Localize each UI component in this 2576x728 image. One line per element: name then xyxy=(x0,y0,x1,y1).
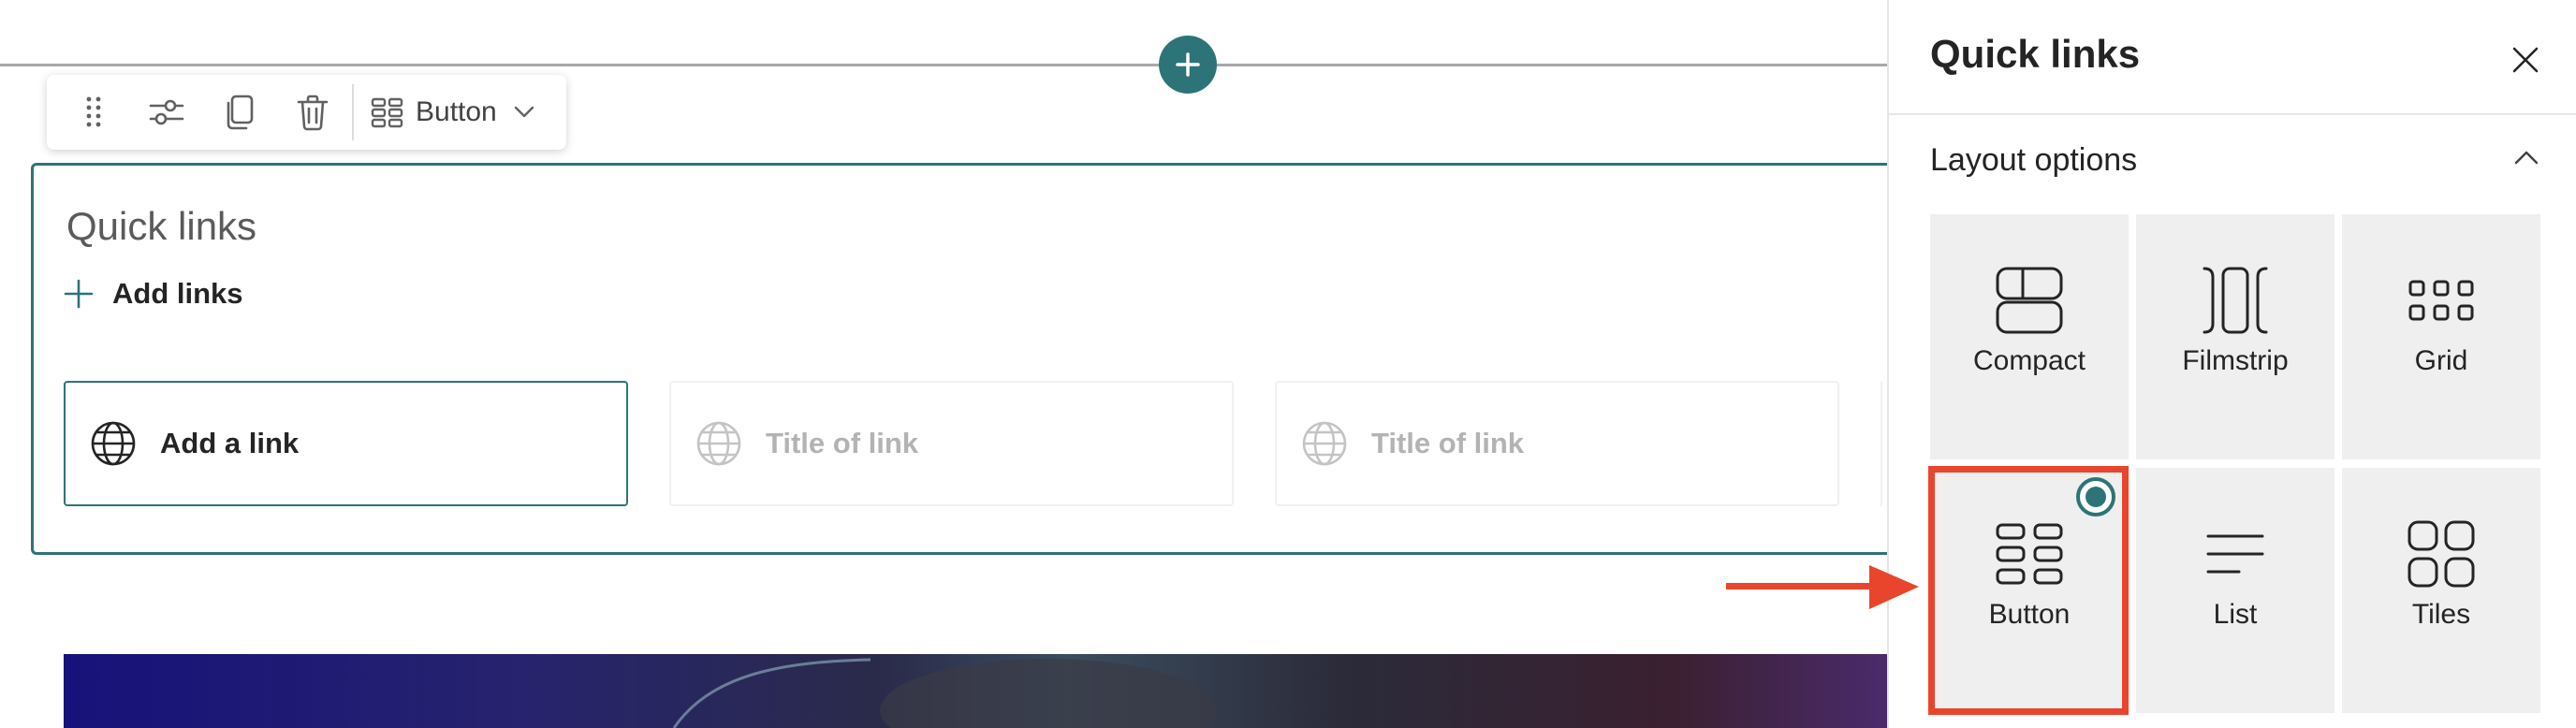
layout-option-list[interactable]: List xyxy=(2136,468,2334,713)
close-button[interactable] xyxy=(2509,43,2542,77)
tiles-layout-icon xyxy=(2407,517,2476,591)
button-layout-icon xyxy=(371,97,403,128)
webpart-toolbar: Button xyxy=(47,75,566,150)
duplicate-button[interactable] xyxy=(212,75,268,150)
layout-option-grid[interactable]: Grid xyxy=(2342,214,2540,459)
chevron-down-icon xyxy=(514,106,534,118)
pane-divider xyxy=(1889,113,2576,115)
button-layout-icon xyxy=(1995,517,2064,591)
layout-option-compact[interactable]: Compact xyxy=(1930,214,2129,459)
link-card[interactable]: Title of link xyxy=(1275,381,1839,506)
selected-indicator-dot xyxy=(2086,487,2106,507)
layout-option-filmstrip[interactable]: Filmstrip xyxy=(2136,214,2334,459)
layout-option-label: Grid xyxy=(2414,345,2468,376)
link-card[interactable]: Add a link xyxy=(64,381,628,506)
hero-image-detail xyxy=(655,654,1217,728)
globe-icon xyxy=(1300,419,1349,468)
link-card[interactable]: Title of link xyxy=(669,381,1234,506)
close-icon xyxy=(2512,47,2539,73)
layout-option-tiles[interactable]: Tiles xyxy=(2342,468,2540,713)
edit-properties-button[interactable] xyxy=(137,75,197,150)
selected-indicator xyxy=(2076,477,2115,517)
globe-icon xyxy=(89,419,138,468)
webpart-title[interactable]: Quick links xyxy=(66,204,256,249)
callout-arrow-icon xyxy=(1724,563,1921,617)
collapse-button[interactable] xyxy=(2514,150,2539,169)
plus-icon xyxy=(64,279,94,309)
pane-title: Quick links xyxy=(1930,32,2141,76)
layout-option-label: Button xyxy=(1988,599,2071,630)
trash-icon xyxy=(297,95,329,131)
layout-option-label: Compact xyxy=(1972,345,2086,376)
grid-layout-icon xyxy=(2407,263,2476,338)
plus-icon xyxy=(1176,52,1200,77)
add-section-button[interactable] xyxy=(1159,36,1217,94)
link-card-edge xyxy=(1881,381,1887,506)
globe-icon xyxy=(695,419,743,468)
add-links-label: Add links xyxy=(112,277,243,310)
layout-option-label: Tiles xyxy=(2411,599,2471,630)
chevron-up-icon xyxy=(2514,151,2539,165)
drag-handle[interactable] xyxy=(66,75,122,150)
delete-button[interactable] xyxy=(285,75,341,150)
sliders-icon xyxy=(149,99,184,125)
link-card-label: Title of link xyxy=(1371,427,1525,459)
link-card-label: Title of link xyxy=(766,427,919,459)
layout-dropdown[interactable]: Button xyxy=(371,75,534,150)
layout-option-label: Filmstrip xyxy=(2182,345,2289,376)
filmstrip-layout-icon xyxy=(2201,263,2270,338)
list-layout-icon xyxy=(2205,517,2265,591)
link-card-label: Add a link xyxy=(160,427,300,459)
layout-dropdown-label: Button xyxy=(416,96,497,127)
add-links-button[interactable]: Add links xyxy=(64,277,243,311)
layout-option-label: List xyxy=(2213,599,2258,630)
layout-options-header[interactable]: Layout options xyxy=(1930,142,2137,179)
copy-icon xyxy=(227,95,254,130)
section-divider xyxy=(0,64,1887,66)
compact-layout-icon xyxy=(1995,263,2064,338)
drag-dots-icon xyxy=(86,96,101,127)
toolbar-separator xyxy=(352,84,354,140)
